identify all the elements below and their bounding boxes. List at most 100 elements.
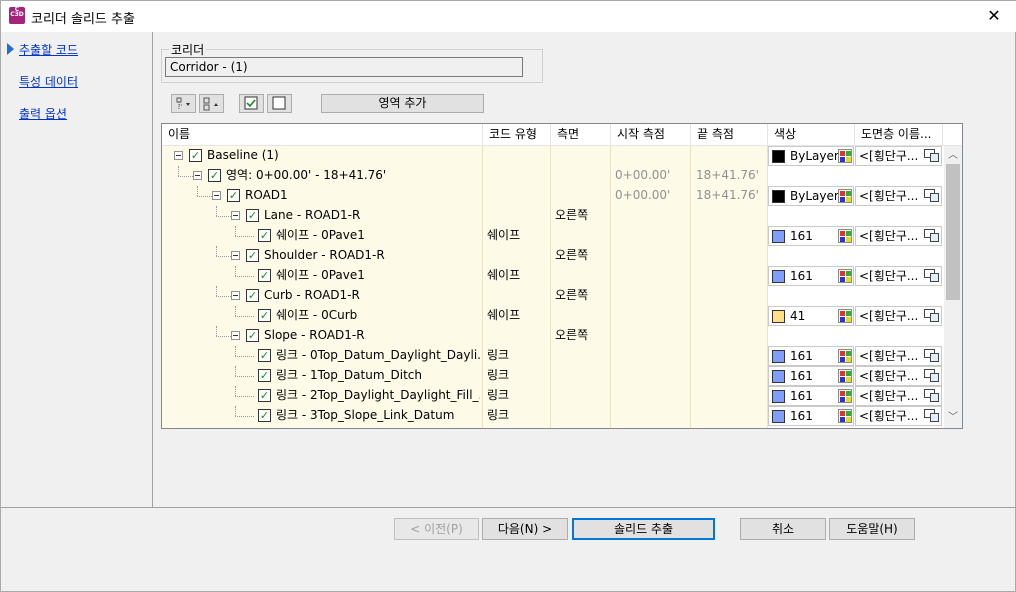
row-checkbox[interactable]: ✓ <box>246 289 259 302</box>
color-cell[interactable]: 161 <box>768 366 854 386</box>
layer-cell[interactable]: <[횡단구... <box>855 346 942 366</box>
layer-picker-icon[interactable] <box>924 369 940 383</box>
resize-grip-icon[interactable] <box>997 573 1001 577</box>
header-layer-name[interactable]: 도면층 이름... <box>855 124 943 146</box>
table-row[interactable]: ✓ Baseline (1) ByLayer <[횡단구... <box>162 146 942 166</box>
collapse-all-button[interactable] <box>199 94 224 113</box>
expand-all-button[interactable] <box>171 94 196 113</box>
color-cell[interactable]: 161 <box>768 386 854 406</box>
layer-cell[interactable]: <[횡단구... <box>855 266 942 286</box>
nav-item-extract-codes[interactable]: 추출할 코드 <box>19 41 78 58</box>
row-checkbox[interactable]: ✓ <box>246 209 259 222</box>
color-picker-icon[interactable] <box>838 229 852 243</box>
layer-cell[interactable]: <[횡단구... <box>855 406 942 426</box>
row-checkbox[interactable]: ✓ <box>258 389 271 402</box>
color-cell[interactable]: 161 <box>768 406 854 426</box>
layer-picker-icon[interactable] <box>924 349 940 363</box>
collapse-toggle-icon[interactable] <box>212 191 221 200</box>
corridor-label: 코리더 <box>169 41 207 58</box>
layer-cell[interactable]: <[횡단구... <box>855 366 942 386</box>
layer-cell[interactable]: <[횡단구... <box>855 226 942 246</box>
layer-picker-icon[interactable] <box>924 229 940 243</box>
table-row[interactable]: ✓ 쉐이프 - 0Curb 쉐이프 41 <[횡단구... <box>162 306 942 326</box>
row-checkbox[interactable]: ✓ <box>258 229 271 242</box>
color-cell[interactable]: 161 <box>768 226 854 246</box>
header-code-type[interactable]: 코드 유형 <box>483 124 551 146</box>
header-color[interactable]: 색상 <box>768 124 855 146</box>
row-checkbox[interactable]: ✓ <box>258 309 271 322</box>
collapse-toggle-icon[interactable] <box>231 331 240 340</box>
check-all-button[interactable] <box>239 94 264 113</box>
color-cell[interactable]: ByLayer <box>768 186 854 206</box>
next-button[interactable]: 다음(N) > <box>482 518 568 540</box>
active-arrow-icon <box>7 43 14 55</box>
layer-cell[interactable]: <[횡단구... <box>855 306 942 326</box>
collapse-toggle-icon[interactable] <box>231 291 240 300</box>
color-cell[interactable]: 161 <box>768 346 854 366</box>
prev-button[interactable]: < 이전(P) <box>394 518 479 540</box>
layer-picker-icon[interactable] <box>924 309 940 323</box>
header-side[interactable]: 측면 <box>551 124 611 146</box>
close-button[interactable]: ✕ <box>971 1 1016 32</box>
nav-panel: 추출할 코드 특성 데이터 출력 옵션 <box>1 32 153 507</box>
table-row[interactable]: ✓ 링크 - 2Top_Daylight_Daylight_Fill_... 링크 1… <box>162 386 942 406</box>
nav-item-property-data[interactable]: 특성 데이터 <box>19 73 78 90</box>
scroll-up-icon[interactable]: ︿ <box>947 150 959 162</box>
scroll-thumb[interactable] <box>946 164 960 300</box>
table-row[interactable]: ✓ Shoulder - ROAD1-R 오른쪽 <box>162 246 942 266</box>
layer-cell[interactable]: <[횡단구... <box>855 146 942 166</box>
table-row[interactable]: ✓ 쉐이프 - 0Pave1 쉐이프 161 <[횡단구... <box>162 266 942 286</box>
table-row[interactable]: ✓ 링크 - 1Top_Datum_Ditch 링크 161 <[횡단구... <box>162 366 942 386</box>
uncheck-all-button[interactable] <box>267 94 292 113</box>
color-picker-icon[interactable] <box>838 389 852 403</box>
table-row[interactable]: ✓ Lane - ROAD1-R 오른쪽 <box>162 206 942 226</box>
color-picker-icon[interactable] <box>838 149 852 163</box>
color-picker-icon[interactable] <box>838 189 852 203</box>
table-row[interactable]: ✓ 링크 - 0Top_Datum_Daylight_Dayli... 링크 161 <… <box>162 346 942 366</box>
add-region-button[interactable]: 영역 추가 <box>321 94 484 113</box>
scroll-down-icon[interactable]: ﹀ <box>947 412 959 424</box>
layer-picker-icon[interactable] <box>924 409 940 423</box>
color-cell[interactable]: ByLayer <box>768 146 854 166</box>
color-picker-icon[interactable] <box>838 409 852 423</box>
header-start-station[interactable]: 시작 측점 <box>611 124 691 146</box>
table-row[interactable]: ✓ 링크 - 3Top_Slope_Link_Datum 링크 161 <[횡단구... <box>162 406 942 426</box>
color-picker-icon[interactable] <box>838 349 852 363</box>
layer-picker-icon[interactable] <box>924 269 940 283</box>
row-checkbox[interactable]: ✓ <box>258 409 271 422</box>
color-cell[interactable]: 41 <box>768 306 854 326</box>
color-picker-icon[interactable] <box>838 309 852 323</box>
table-row[interactable]: ✓ 영역: 0+00.00' - 18+41.76' 0+00.00' 18+41.7… <box>162 166 942 186</box>
row-checkbox[interactable]: ✓ <box>227 189 240 202</box>
collapse-toggle-icon[interactable] <box>231 251 240 260</box>
help-button[interactable]: 도움말(H) <box>829 518 915 540</box>
row-checkbox[interactable]: ✓ <box>258 369 271 382</box>
table-row[interactable]: ✓ Slope - ROAD1-R 오른쪽 <box>162 326 942 346</box>
collapse-toggle-icon[interactable] <box>174 151 183 160</box>
row-checkbox[interactable]: ✓ <box>189 149 202 162</box>
layer-cell[interactable]: <[횡단구... <box>855 186 942 206</box>
table-row[interactable]: ✓ 쉐이프 - 0Pave1 쉐이프 161 <[횡단구... <box>162 226 942 246</box>
table-row[interactable]: ✓ Curb - ROAD1-R 오른쪽 <box>162 286 942 306</box>
color-cell[interactable]: 161 <box>768 266 854 286</box>
row-checkbox[interactable]: ✓ <box>246 329 259 342</box>
header-name[interactable]: 이름 <box>162 124 483 146</box>
collapse-toggle-icon[interactable] <box>231 211 240 220</box>
row-checkbox[interactable]: ✓ <box>258 349 271 362</box>
color-picker-icon[interactable] <box>838 369 852 383</box>
collapse-toggle-icon[interactable] <box>193 171 202 180</box>
extract-solids-button[interactable]: 솔리드 추출 <box>572 518 715 540</box>
header-end-station[interactable]: 끝 측점 <box>691 124 768 146</box>
table-row[interactable]: ✓ ROAD1 0+00.00' 18+41.76' ByLayer <[횡단구... <box>162 186 942 206</box>
row-checkbox[interactable]: ✓ <box>208 169 221 182</box>
vertical-scrollbar[interactable]: ︿ ﹀ <box>944 146 962 428</box>
layer-cell[interactable]: <[횡단구... <box>855 386 942 406</box>
cancel-button[interactable]: 취소 <box>740 518 826 540</box>
row-checkbox[interactable]: ✓ <box>258 269 271 282</box>
layer-picker-icon[interactable] <box>924 389 940 403</box>
layer-picker-icon[interactable] <box>924 189 940 203</box>
layer-picker-icon[interactable] <box>924 149 940 163</box>
row-checkbox[interactable]: ✓ <box>246 249 259 262</box>
nav-item-output-options[interactable]: 출력 옵션 <box>19 105 67 122</box>
color-picker-icon[interactable] <box>838 269 852 283</box>
